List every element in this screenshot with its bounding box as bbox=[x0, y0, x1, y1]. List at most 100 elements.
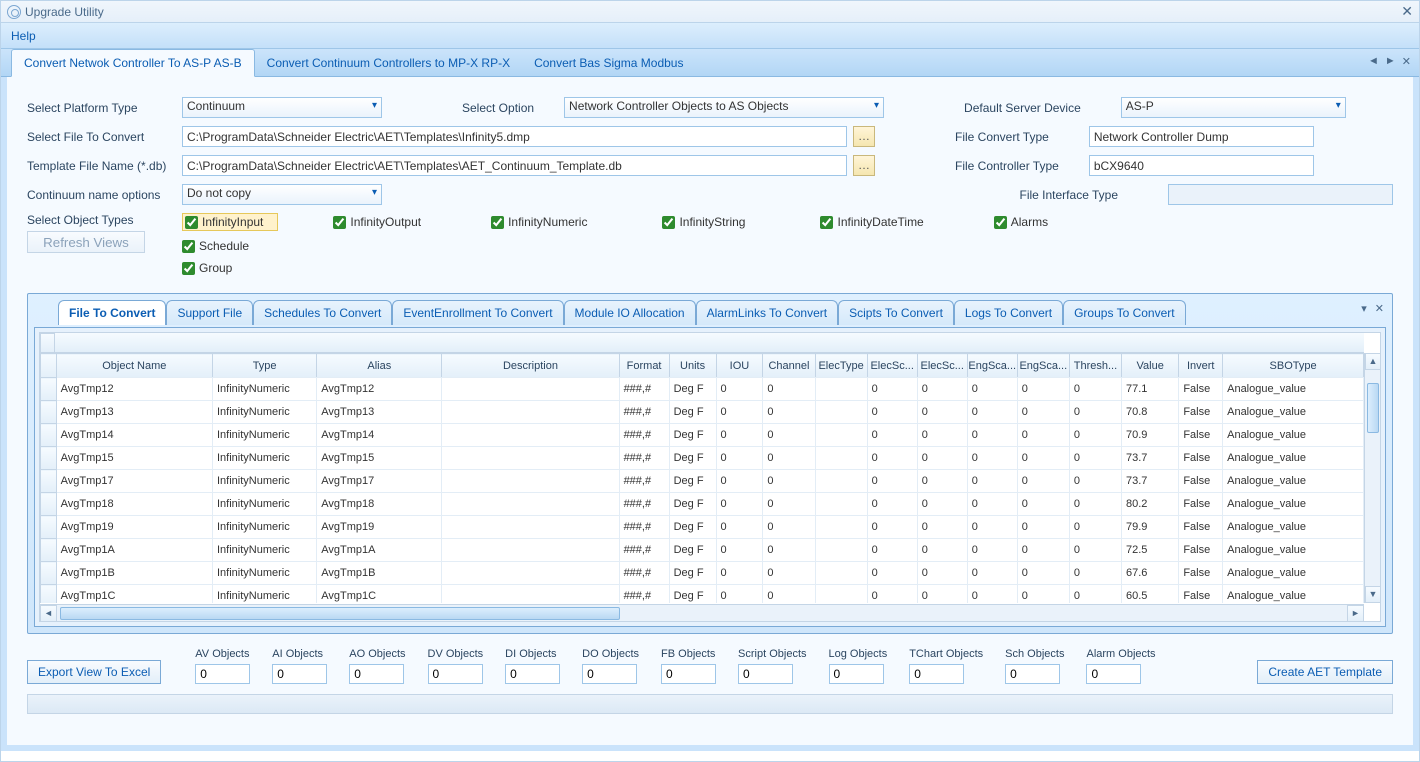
checkbox-input-group[interactable] bbox=[182, 262, 195, 275]
tab-scroll-right-icon[interactable]: ► bbox=[1385, 55, 1396, 68]
checkbox-alarms[interactable]: Alarms bbox=[994, 213, 1048, 231]
column-header[interactable]: Value bbox=[1122, 354, 1179, 378]
inner-menu-icon[interactable]: ▾ bbox=[1361, 302, 1367, 315]
column-header[interactable]: ElecSc... bbox=[917, 354, 967, 378]
table-row[interactable]: AvgTmp14InfinityNumericAvgTmp14###,#Deg … bbox=[41, 424, 1364, 447]
inner-tab-8[interactable]: Groups To Convert bbox=[1063, 300, 1186, 325]
table-row[interactable]: AvgTmp1BInfinityNumericAvgTmp1B###,#Deg … bbox=[41, 562, 1364, 585]
browse-file-button[interactable]: … bbox=[853, 126, 875, 147]
count-input[interactable] bbox=[738, 664, 793, 684]
checkbox-group[interactable]: Group bbox=[182, 261, 232, 275]
input-file-convert-type[interactable] bbox=[1089, 126, 1314, 147]
column-header[interactable]: Format bbox=[619, 354, 669, 378]
scroll-up-icon[interactable]: ▲ bbox=[1365, 353, 1381, 370]
count-input[interactable] bbox=[1086, 664, 1141, 684]
select-name-options[interactable]: Do not copy bbox=[182, 184, 382, 205]
label-name-options: Continuum name options bbox=[27, 188, 182, 202]
checkbox-input-infinitynumeric[interactable] bbox=[491, 216, 504, 229]
select-platform-type[interactable]: Continuum bbox=[182, 97, 382, 118]
column-header[interactable]: Units bbox=[669, 354, 716, 378]
tab-scroll-left-icon[interactable]: ◄ bbox=[1368, 55, 1379, 68]
inner-tab-1[interactable]: Support File bbox=[166, 300, 253, 325]
table-row[interactable]: AvgTmp15InfinityNumericAvgTmp15###,#Deg … bbox=[41, 447, 1364, 470]
tab-convert-bas[interactable]: Convert Bas Sigma Modbus bbox=[522, 50, 695, 76]
count-input[interactable] bbox=[582, 664, 637, 684]
column-header[interactable]: IOU bbox=[716, 354, 763, 378]
checkbox-infinitynumeric[interactable]: InfinityNumeric bbox=[491, 213, 587, 231]
scroll-left-icon[interactable]: ◄ bbox=[40, 605, 57, 622]
column-header[interactable]: Object Name bbox=[56, 354, 212, 378]
cell bbox=[815, 447, 867, 470]
select-default-server[interactable]: AS-P bbox=[1121, 97, 1346, 118]
inner-close-icon[interactable]: ✕ bbox=[1375, 302, 1384, 315]
create-template-button[interactable]: Create AET Template bbox=[1257, 660, 1393, 684]
input-file-to-convert[interactable] bbox=[182, 126, 847, 147]
table-row[interactable]: AvgTmp18InfinityNumericAvgTmp18###,#Deg … bbox=[41, 493, 1364, 516]
inner-tab-7[interactable]: Logs To Convert bbox=[954, 300, 1063, 325]
grid-horizontal-scrollbar[interactable]: ◄ ► bbox=[40, 604, 1364, 621]
checkbox-infinitystring[interactable]: InfinityString bbox=[662, 213, 745, 231]
column-header[interactable]: Thresh... bbox=[1069, 354, 1121, 378]
scroll-thumb-h[interactable] bbox=[60, 607, 620, 620]
grid-vertical-scrollbar[interactable]: ▲ ▼ bbox=[1364, 353, 1380, 603]
menu-help[interactable]: Help bbox=[11, 29, 36, 43]
checkbox-infinityoutput[interactable]: InfinityOutput bbox=[333, 213, 421, 231]
column-header[interactable]: ElecType bbox=[815, 354, 867, 378]
browse-template-button[interactable]: … bbox=[853, 155, 875, 176]
checkbox-input-infinitydatetime[interactable] bbox=[820, 216, 833, 229]
table-row[interactable]: AvgTmp13InfinityNumericAvgTmp13###,#Deg … bbox=[41, 401, 1364, 424]
checkbox-input-infinityinput[interactable] bbox=[185, 216, 198, 229]
inner-tab-6[interactable]: Scipts To Convert bbox=[838, 300, 954, 325]
checkbox-input-infinitystring[interactable] bbox=[662, 216, 675, 229]
table-row[interactable]: AvgTmp17InfinityNumericAvgTmp17###,#Deg … bbox=[41, 470, 1364, 493]
count-input[interactable] bbox=[505, 664, 560, 684]
inner-tab-5[interactable]: AlarmLinks To Convert bbox=[696, 300, 839, 325]
cell: 79.9 bbox=[1122, 516, 1179, 539]
count-input[interactable] bbox=[909, 664, 964, 684]
scroll-right-icon[interactable]: ► bbox=[1347, 605, 1364, 622]
table-row[interactable]: AvgTmp19InfinityNumericAvgTmp19###,#Deg … bbox=[41, 516, 1364, 539]
cell: 0 bbox=[867, 424, 917, 447]
count-input[interactable] bbox=[1005, 664, 1060, 684]
column-header[interactable]: SBOType bbox=[1223, 354, 1364, 378]
table-row[interactable]: AvgTmp1CInfinityNumericAvgTmp1C###,#Deg … bbox=[41, 585, 1364, 604]
column-header[interactable]: Type bbox=[213, 354, 317, 378]
count-input[interactable] bbox=[272, 664, 327, 684]
input-template-file[interactable] bbox=[182, 155, 847, 176]
checkbox-input-alarms[interactable] bbox=[994, 216, 1007, 229]
column-header[interactable]: EngSca... bbox=[967, 354, 1017, 378]
tab-convert-continuum[interactable]: Convert Continuum Controllers to MP-X RP… bbox=[255, 50, 522, 76]
export-excel-button[interactable]: Export View To Excel bbox=[27, 660, 161, 684]
select-option[interactable]: Network Controller Objects to AS Objects bbox=[564, 97, 884, 118]
cell: 0 bbox=[917, 378, 967, 401]
data-grid[interactable]: Object NameTypeAliasDescriptionFormatUni… bbox=[39, 332, 1381, 622]
column-header[interactable]: Alias bbox=[317, 354, 442, 378]
count-input[interactable] bbox=[428, 664, 483, 684]
close-icon[interactable]: ✕ bbox=[1401, 3, 1413, 20]
scroll-thumb-v[interactable] bbox=[1367, 383, 1379, 433]
count-input[interactable] bbox=[349, 664, 404, 684]
count-input[interactable] bbox=[829, 664, 884, 684]
checkbox-infinitydatetime[interactable]: InfinityDateTime bbox=[820, 213, 923, 231]
checkbox-infinityinput[interactable]: InfinityInput bbox=[182, 213, 278, 231]
tab-convert-network[interactable]: Convert Netwok Controller To AS-P AS-B bbox=[11, 49, 255, 77]
inner-tab-4[interactable]: Module IO Allocation bbox=[564, 300, 696, 325]
scroll-down-icon[interactable]: ▼ bbox=[1365, 586, 1381, 603]
table-row[interactable]: AvgTmp12InfinityNumericAvgTmp12###,#Deg … bbox=[41, 378, 1364, 401]
inner-tab-2[interactable]: Schedules To Convert bbox=[253, 300, 392, 325]
tab-close-icon[interactable]: ✕ bbox=[1402, 55, 1411, 68]
column-header[interactable]: Channel bbox=[763, 354, 815, 378]
count-input[interactable] bbox=[195, 664, 250, 684]
count-input[interactable] bbox=[661, 664, 716, 684]
inner-tab-3[interactable]: EventEnrollment To Convert bbox=[392, 300, 563, 325]
table-row[interactable]: AvgTmp1AInfinityNumericAvgTmp1A###,#Deg … bbox=[41, 539, 1364, 562]
checkbox-input-schedule[interactable] bbox=[182, 240, 195, 253]
column-header[interactable]: Invert bbox=[1179, 354, 1223, 378]
inner-tab-0[interactable]: File To Convert bbox=[58, 300, 166, 325]
checkbox-input-infinityoutput[interactable] bbox=[333, 216, 346, 229]
column-header[interactable]: EngSca... bbox=[1017, 354, 1069, 378]
checkbox-schedule[interactable]: Schedule bbox=[182, 239, 249, 253]
input-file-controller-type[interactable] bbox=[1089, 155, 1314, 176]
column-header[interactable]: ElecSc... bbox=[867, 354, 917, 378]
column-header[interactable]: Description bbox=[442, 354, 619, 378]
